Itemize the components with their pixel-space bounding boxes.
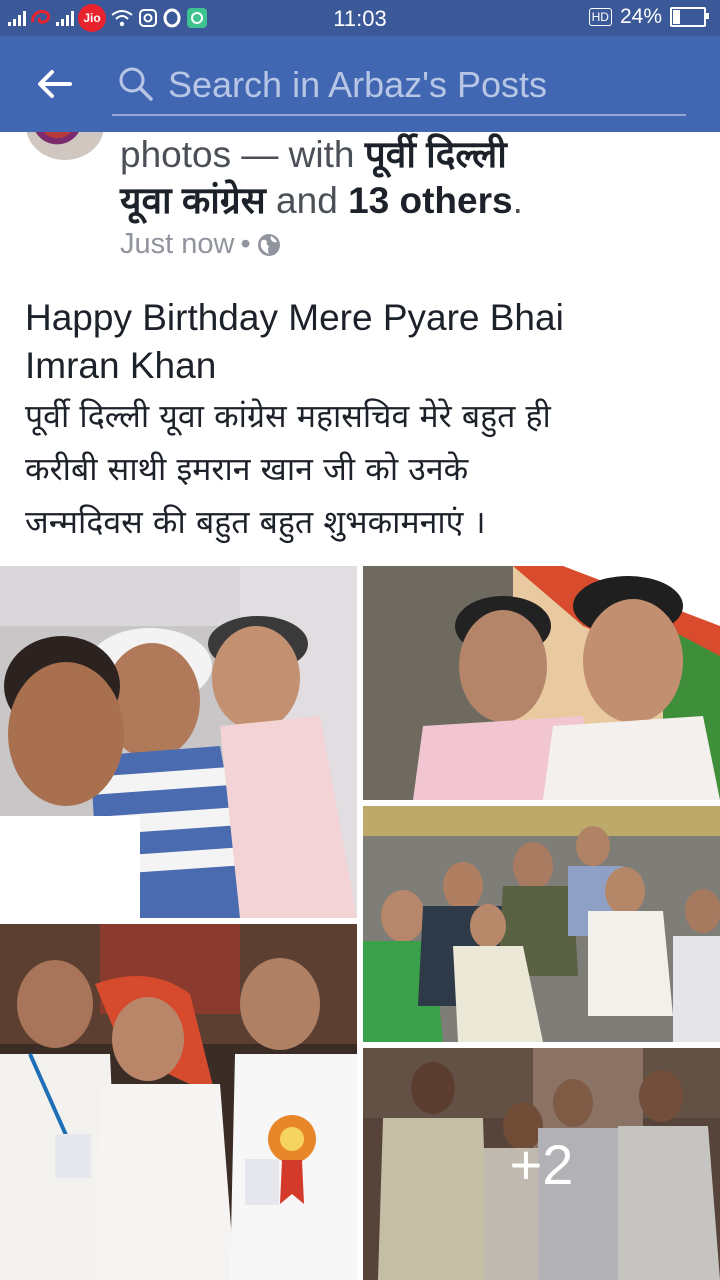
photo-5-more[interactable]: +2 xyxy=(363,1048,720,1280)
post-text-line: करीबी साथी इमरान खान जी को उनके xyxy=(25,450,469,488)
timestamp[interactable]: Just now xyxy=(120,228,234,261)
back-button[interactable] xyxy=(30,64,78,104)
photo-4[interactable] xyxy=(0,924,357,1280)
search-input[interactable] xyxy=(166,62,680,108)
header-line-1: photos — with पूर्वी दिल्ली xyxy=(120,132,690,178)
post-meta: Just now • xyxy=(120,228,281,261)
header-photos-text: photos xyxy=(120,134,232,175)
photo-1[interactable] xyxy=(0,566,357,918)
search-header xyxy=(0,36,720,132)
photo-3-image xyxy=(363,806,720,1042)
post-text-line: Happy Birthday Mere Pyare Bhai xyxy=(25,297,564,338)
post-header: photos — with पूर्वी दिल्ली यूवा कांग्रे… xyxy=(120,132,690,224)
header-line-2: यूवा कांग्रेस and 13 others. xyxy=(120,178,690,224)
battery-fill xyxy=(673,10,680,24)
post-text-line: पूर्वी दिल्ली यूवा कांग्रेस महासचिव मेरे… xyxy=(25,397,551,435)
tagged-others-link[interactable]: 13 others xyxy=(348,180,513,221)
header-with-text: — with xyxy=(231,134,365,175)
photo-2-image xyxy=(363,566,720,800)
back-arrow-icon xyxy=(38,70,72,98)
post: photos — with पूर्वी दिल्ली यूवा कांग्रे… xyxy=(0,132,720,1280)
photo-3[interactable] xyxy=(363,806,720,1042)
status-bar: Jio 11:03 HD 24% xyxy=(0,0,720,36)
post-text: Happy Birthday Mere Pyare Bhai Imran Kha… xyxy=(25,294,695,549)
photo-2[interactable] xyxy=(363,566,720,800)
tagged-page-link-2[interactable]: यूवा कांग्रेस xyxy=(120,180,266,221)
author-avatar[interactable] xyxy=(26,132,104,160)
post-text-line: जन्मदिवस की बहुत बहुत शुभकामनाएं । xyxy=(25,503,486,541)
meta-separator: • xyxy=(240,228,251,260)
globe-icon xyxy=(257,233,280,256)
search-icon xyxy=(119,67,153,101)
header-period: . xyxy=(512,180,523,221)
header-and-text: and xyxy=(265,180,349,221)
status-icons-right: HD 24% xyxy=(588,5,709,29)
hd-voice-icon: HD xyxy=(588,8,612,26)
battery-icon xyxy=(670,7,709,27)
more-photos-overlay[interactable]: +2 xyxy=(363,1048,720,1280)
search-field[interactable] xyxy=(112,54,686,116)
photo-4-image xyxy=(0,924,357,1280)
post-text-line: Imran Khan xyxy=(25,345,217,386)
photo-1-image xyxy=(0,566,357,918)
tagged-page-link[interactable]: पूर्वी दिल्ली xyxy=(365,134,507,175)
battery-percent: 24% xyxy=(619,5,662,28)
